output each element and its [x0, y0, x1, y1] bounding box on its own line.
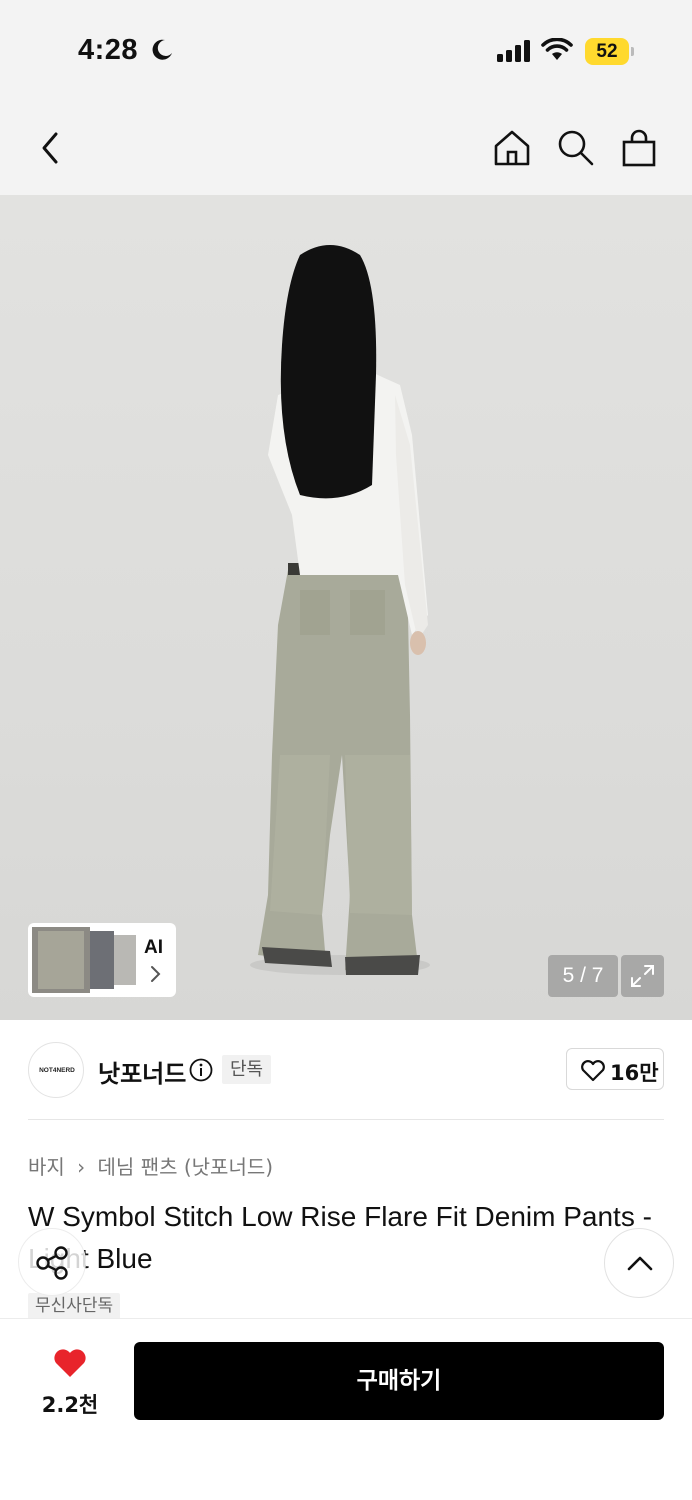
home-icon[interactable]	[492, 128, 532, 168]
product-like-count: 2.2천	[41, 1393, 99, 1417]
chevron-up-icon	[627, 1256, 653, 1271]
battery-level: 52	[596, 41, 618, 62]
brand-like-count: 16만	[610, 1061, 659, 1085]
breadcrumb-category[interactable]: 바지	[28, 1155, 65, 1179]
exclusive-tag: 단독	[222, 1055, 272, 1084]
product-title: W Symbol Stitch Low Rise Flare Fit Denim…	[28, 1201, 652, 1274]
ai-thumbnail-stack	[32, 927, 136, 993]
search-icon[interactable]	[555, 128, 595, 168]
brand-logo-text: NOT4NERD	[39, 1067, 75, 1074]
wifi-icon	[541, 38, 573, 60]
share-button[interactable]	[18, 1228, 86, 1296]
share-icon	[36, 1246, 68, 1280]
heart-filled-icon	[54, 1349, 86, 1377]
status-bar: 4:28 52	[0, 0, 692, 100]
product-badge: 무신사단독	[28, 1293, 121, 1320]
section-divider	[28, 1119, 664, 1120]
shopping-bag-icon[interactable]	[619, 128, 659, 168]
brand-logo[interactable]: NOT4NERD	[28, 1042, 84, 1098]
moon-icon	[152, 39, 172, 60]
chevron-right-icon: ›	[77, 1155, 86, 1179]
buy-button[interactable]: 구매하기	[134, 1342, 664, 1420]
bottom-action-bar: 2.2천 구매하기	[0, 1318, 692, 1500]
ai-fitting-card[interactable]: AI	[28, 923, 176, 997]
scroll-to-top-button[interactable]	[604, 1228, 674, 1298]
product-like-button[interactable]: 2.2천	[30, 1343, 110, 1423]
expand-button[interactable]	[621, 955, 664, 997]
cellular-signal-icon	[497, 40, 530, 62]
expand-icon	[631, 965, 654, 987]
battery-indicator: 52	[585, 38, 635, 65]
heart-outline-icon	[581, 1060, 605, 1082]
brand-like-button[interactable]: 16만	[566, 1048, 664, 1090]
breadcrumb: 바지 › 데님 팬츠 (낫포너드)	[28, 1151, 273, 1180]
image-counter: 5 / 7	[548, 955, 618, 997]
product-photo	[250, 245, 430, 975]
ai-label: AI	[144, 937, 163, 958]
breadcrumb-subcategory[interactable]: 데님 팬츠 (낫포너드)	[98, 1155, 274, 1179]
status-time: 4:28	[78, 34, 139, 66]
top-navigation-bar	[0, 100, 692, 195]
product-image-gallery[interactable]: AI 5 / 7	[0, 195, 692, 1020]
chevron-right-icon	[151, 966, 161, 982]
info-icon[interactable]	[189, 1058, 213, 1082]
brand-name[interactable]: 낫포너드	[98, 1054, 186, 1089]
back-arrow-icon[interactable]	[32, 128, 72, 168]
